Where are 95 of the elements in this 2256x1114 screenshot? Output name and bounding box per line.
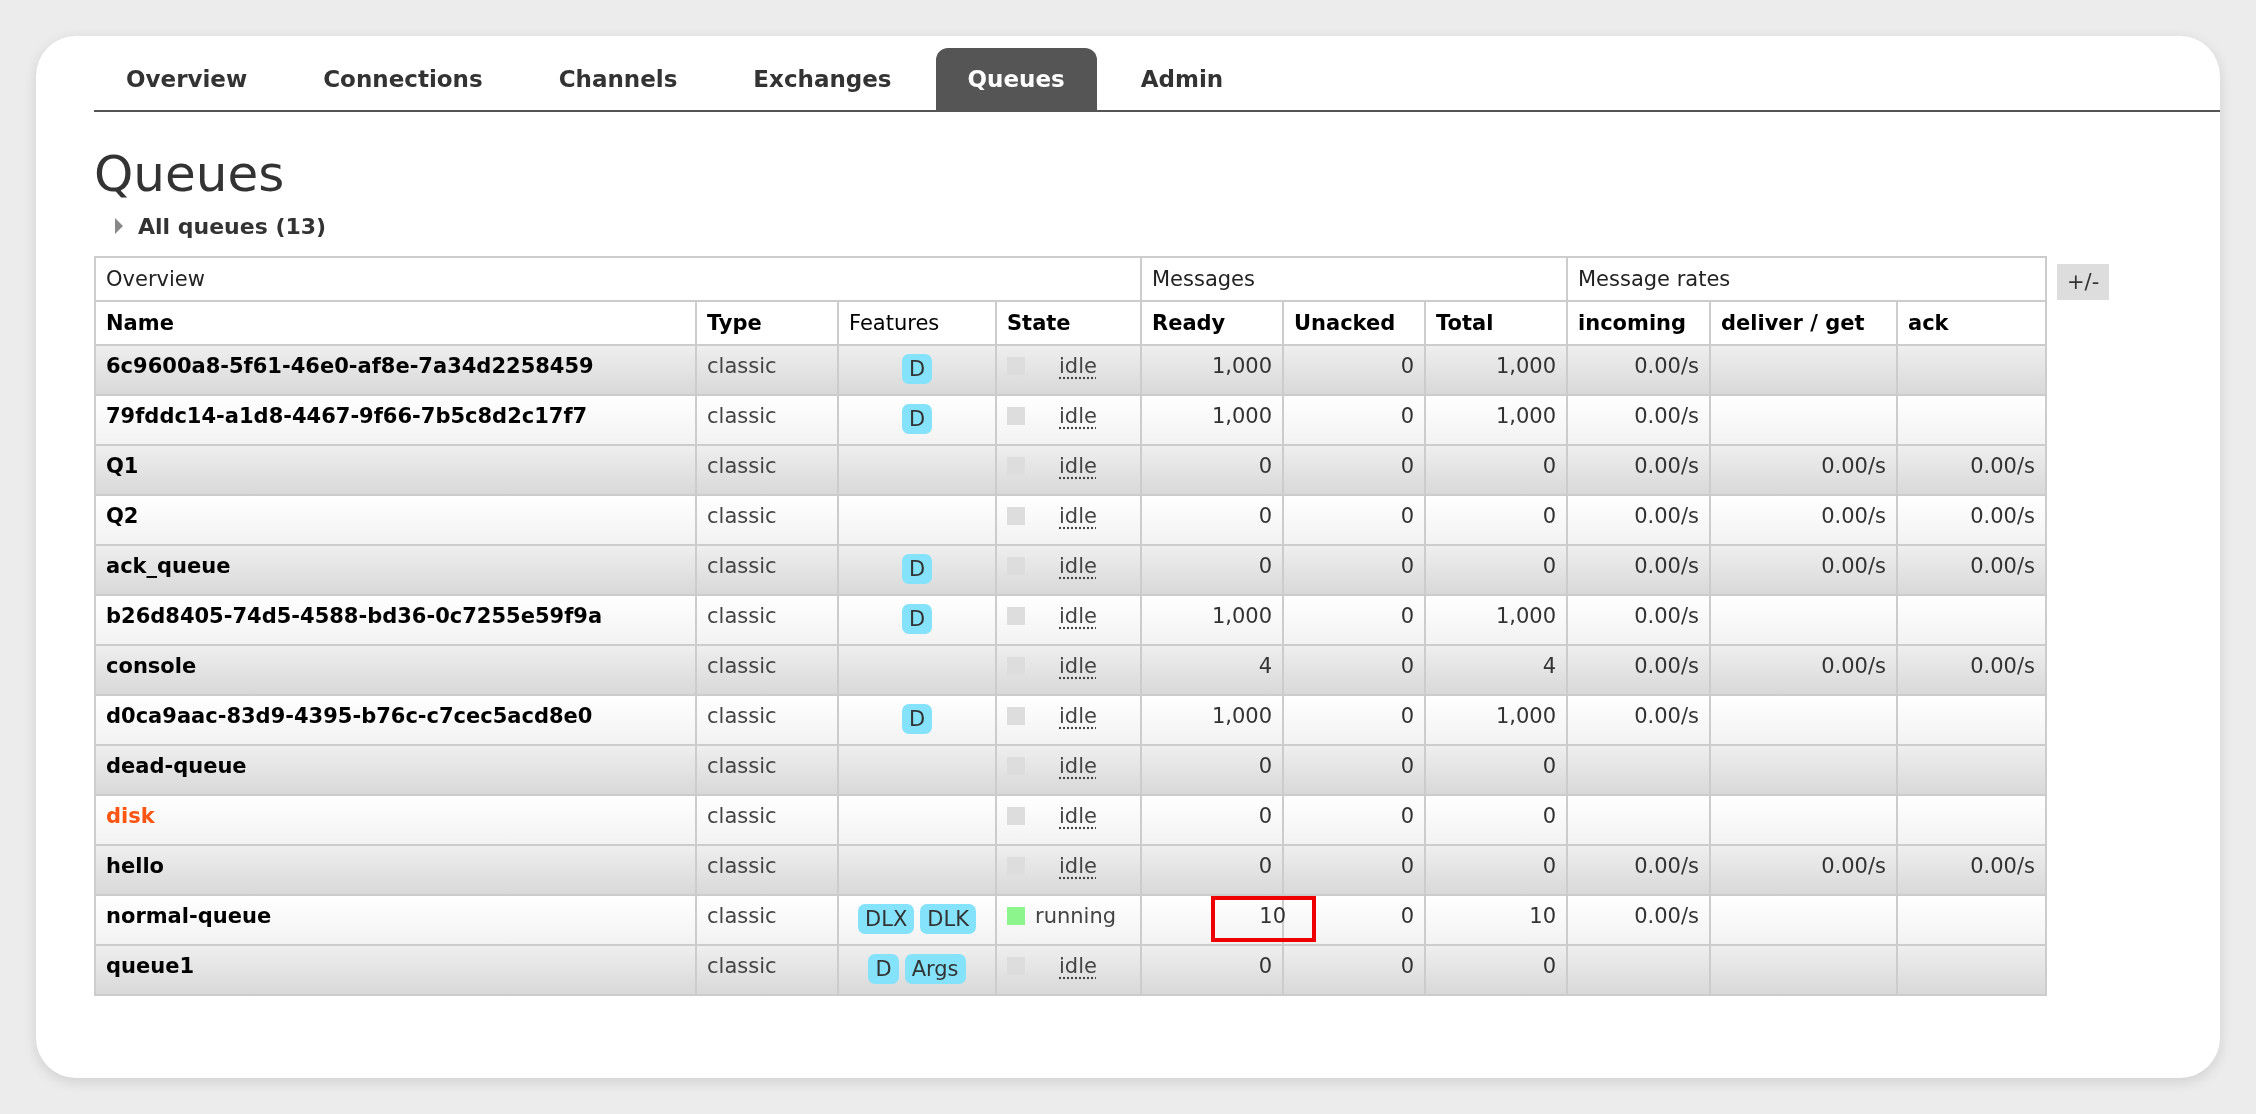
table-cell: 1,000 — [1495, 404, 1556, 428]
table-cell: 1,000 — [1495, 704, 1556, 728]
state-label: idle — [1059, 754, 1097, 778]
table-cell: 0 — [1258, 454, 1272, 478]
page-title: Queues — [94, 144, 286, 205]
state-label: idle — [1059, 454, 1097, 478]
table-cell: classic — [696, 945, 838, 995]
state-label: idle — [1059, 554, 1097, 578]
table-cell: 0.00/s — [1634, 404, 1699, 428]
table-cell: 0 — [1400, 954, 1414, 978]
feature-tag: D — [901, 604, 933, 634]
table-cell: 0.00/s — [1634, 854, 1699, 878]
table-cell: 0 — [1542, 454, 1556, 478]
table-cell: 1,000 — [1495, 354, 1556, 378]
table-cell: 0.00/s — [1634, 604, 1699, 628]
feature-tag: D — [868, 954, 899, 984]
table-cell: 0 — [1258, 954, 1272, 978]
table-cell: 1,000 — [1495, 604, 1556, 628]
table-cell: 0 — [1400, 554, 1414, 578]
table-cell: 0 — [1400, 804, 1414, 828]
table-cell: 0.00/s — [1634, 354, 1699, 378]
table-cell: 0 — [1400, 754, 1414, 778]
table-cell: 0.00/s — [1821, 554, 1886, 578]
table-cell: 0 — [1542, 854, 1556, 878]
feature-tag: Args — [904, 954, 966, 984]
table-cell: 0.00/s — [1634, 654, 1699, 678]
feature-tag: D — [901, 354, 933, 384]
nav-tab[interactable]: Connections — [291, 48, 515, 110]
table-cell: 0 — [1400, 654, 1414, 678]
nav-tab[interactable]: Exchanges — [721, 48, 924, 110]
column-group-header: Message rates — [1567, 257, 2046, 301]
expand-triangle-icon[interactable] — [114, 218, 124, 234]
table-cell: 0 — [1400, 404, 1414, 428]
table-cell: 0 — [1258, 854, 1272, 878]
table-cell: 0 — [1400, 904, 1414, 928]
table-cell: 0 — [1258, 554, 1272, 578]
table-cell: 0 — [1400, 854, 1414, 878]
table-cell: 0 — [1258, 804, 1272, 828]
table-cell: 0.00/s — [1821, 654, 1886, 678]
state-label: idle — [1059, 654, 1097, 678]
table-cell: 0 — [1400, 604, 1414, 628]
table-cell: 0.00/s — [1821, 504, 1886, 528]
table-cell: 0 — [1542, 804, 1556, 828]
state-label: idle — [1059, 954, 1097, 978]
state-label: idle — [1059, 604, 1097, 628]
table-cell: 0 — [1400, 704, 1414, 728]
nav-tab[interactable]: Queues — [935, 48, 1097, 110]
table-cell: 0 — [1542, 504, 1556, 528]
table-cell: 0.00/s — [1634, 454, 1699, 478]
state-label: idle — [1059, 854, 1097, 878]
nav-tab[interactable]: Channels — [526, 48, 710, 110]
state-label: running — [1035, 904, 1117, 928]
state-label: idle — [1059, 504, 1097, 528]
state-label: idle — [1059, 704, 1097, 728]
table-cell: 0 — [1542, 754, 1556, 778]
table-cell: 0 — [1400, 504, 1414, 528]
table-cell: 0 — [1400, 354, 1414, 378]
feature-tag: D — [901, 704, 933, 734]
nav-tab[interactable]: Admin — [1108, 48, 1256, 110]
table-cell: 0.00/s — [1634, 554, 1699, 578]
table-cell: 0.00/s — [1970, 854, 2035, 878]
table-cell: 0.00/s — [1970, 654, 2035, 678]
queue-name-link[interactable]: queue1 — [95, 945, 696, 995]
table-cell: 0 — [1542, 954, 1556, 978]
feature-tag: D — [901, 554, 933, 584]
table-cell: 4 — [1542, 654, 1556, 678]
table-cell: 0.00/s — [1634, 904, 1699, 928]
table-cell: 1,000 — [1211, 604, 1272, 628]
table-cell: 0.00/s — [1821, 854, 1886, 878]
state-label: idle — [1059, 354, 1097, 378]
feature-tag: DLX — [858, 904, 915, 934]
table-cell: 0.00/s — [1970, 504, 2035, 528]
state-label: idle — [1059, 404, 1097, 428]
column-group-header: Overview — [95, 257, 1141, 301]
feature-tag: D — [901, 404, 933, 434]
table-cell: 0.00/s — [1970, 454, 2035, 478]
column-group-header: Messages — [1141, 257, 1567, 301]
table-cell: 0 — [1258, 504, 1272, 528]
table-cell: 0 — [1542, 554, 1556, 578]
columns-toggle-button[interactable]: +/- — [2057, 264, 2110, 300]
table-cell: 0 — [1258, 754, 1272, 778]
table-cell: 0 — [1400, 454, 1414, 478]
table-cell: 0.00/s — [1634, 504, 1699, 528]
table-cell: 0.00/s — [1634, 704, 1699, 728]
nav-tab[interactable]: Overview — [94, 48, 280, 110]
table-cell: 1,000 — [1211, 354, 1272, 378]
table-cell: 0.00/s — [1970, 554, 2035, 578]
section-toggle[interactable]: All queues (13) — [138, 213, 327, 239]
table-cell: 1,000 — [1211, 704, 1272, 728]
table-cell: 1,000 — [1211, 404, 1272, 428]
table-cell: 10 — [1529, 904, 1556, 928]
feature-tag: DLK — [920, 904, 976, 934]
table-cell: 0.00/s — [1821, 454, 1886, 478]
state-label: idle — [1059, 804, 1097, 828]
table-cell: 4 — [1258, 654, 1272, 678]
